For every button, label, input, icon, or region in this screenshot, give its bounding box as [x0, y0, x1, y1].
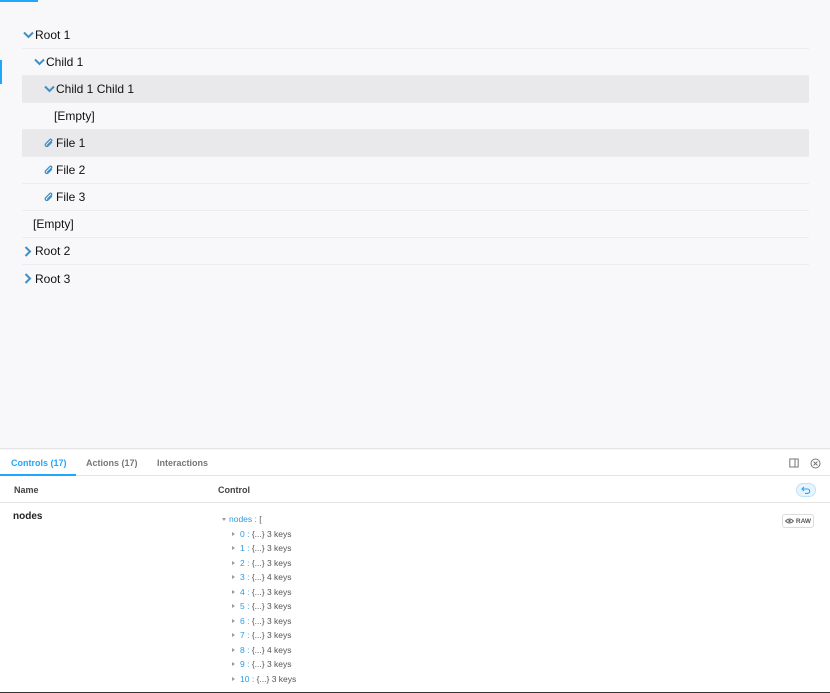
paperclip-icon: [43, 137, 55, 149]
json-item[interactable]: 7 : {...} 3 keys: [222, 628, 296, 643]
tree-node-label: Child 1 Child 1: [56, 82, 135, 96]
expand-icon[interactable]: [232, 546, 235, 551]
json-item[interactable]: 3 : {...} 4 keys: [222, 570, 296, 585]
tree-node-file-3[interactable]: File 3: [22, 184, 809, 211]
tab-actions[interactable]: Actions (17): [86, 450, 138, 476]
column-header-control: Control: [218, 485, 250, 495]
expand-icon[interactable]: [232, 575, 235, 580]
eye-icon: [784, 518, 794, 524]
json-item[interactable]: 4 : {...} 3 keys: [222, 585, 296, 600]
tree-node-label: Root 1: [35, 28, 71, 42]
expand-icon[interactable]: [232, 647, 235, 652]
left-accent-bar: [0, 60, 2, 84]
tree-node-root-1[interactable]: Root 1: [22, 22, 809, 49]
tree-node-label: File 1: [56, 136, 86, 150]
tree-node-label: File 3: [56, 190, 86, 204]
expand-icon[interactable]: [232, 531, 235, 536]
close-icon[interactable]: [809, 457, 821, 469]
json-key: nodes: [229, 514, 253, 524]
json-item[interactable]: 2 : {...} 3 keys: [222, 556, 296, 571]
expand-icon[interactable]: [232, 676, 235, 681]
json-item[interactable]: 9 : {...} 3 keys: [222, 657, 296, 672]
tree-node-label: Root 3: [35, 271, 71, 286]
tree-node-label: [Empty]: [33, 217, 74, 231]
tree-node-empty: [Empty]: [22, 103, 809, 130]
panel-orientation-icon[interactable]: [788, 457, 800, 469]
expand-icon[interactable]: [232, 589, 235, 594]
tree-node-root-2[interactable]: Root 2: [22, 238, 809, 265]
tree-node-child-1-child-1[interactable]: Child 1 Child 1: [22, 76, 809, 103]
json-item[interactable]: 8 : {...} 4 keys: [222, 643, 296, 658]
chevron-right-icon: [22, 273, 34, 285]
tree-node-label: [Empty]: [54, 109, 95, 123]
tree-node-file-1[interactable]: File 1: [22, 130, 809, 157]
json-item[interactable]: 1 : {...} 3 keys: [222, 541, 296, 556]
paperclip-icon: [43, 191, 55, 203]
story-preview: Root 1 Child 1 Child 1 Child 1 [Empty] F…: [0, 0, 830, 449]
tree-node-label: Child 1: [46, 55, 84, 69]
collapse-icon[interactable]: [222, 518, 226, 522]
json-item[interactable]: 10 : {...} 3 keys: [222, 672, 296, 687]
json-item[interactable]: 0 : {...} 3 keys: [222, 527, 296, 542]
expand-icon[interactable]: [232, 618, 235, 623]
tab-controls[interactable]: Controls (17): [0, 450, 75, 476]
chevron-down-icon: [43, 83, 55, 95]
chevron-down-icon: [33, 56, 45, 68]
raw-toggle-button[interactable]: RAW: [782, 514, 814, 528]
tree-node-root-3[interactable]: Root 3: [22, 265, 809, 292]
json-object-editor: nodes : [ 0 : {...} 3 keys 1 : {...} 3 k…: [222, 512, 296, 686]
json-open-bracket: [: [259, 514, 262, 524]
tree-node-child-1[interactable]: Child 1: [22, 49, 809, 76]
paperclip-icon: [43, 164, 55, 176]
expand-icon[interactable]: [232, 633, 235, 638]
raw-label: RAW: [795, 517, 812, 525]
tree-node-file-2[interactable]: File 2: [22, 157, 809, 184]
json-item[interactable]: 5 : {...} 3 keys: [222, 599, 296, 614]
tree-node-empty: [Empty]: [22, 211, 809, 238]
chevron-right-icon: [22, 245, 34, 257]
addons-panel: Controls (17) Actions (17) Interactions …: [0, 450, 830, 693]
tree-node-label: File 2: [56, 163, 86, 177]
tree-node-label: Root 2: [35, 244, 71, 258]
addons-tab-bar: Controls (17) Actions (17) Interactions: [0, 450, 830, 476]
chevron-down-icon: [22, 29, 34, 41]
json-item[interactable]: 6 : {...} 3 keys: [222, 614, 296, 629]
undo-icon: [801, 486, 811, 494]
expand-icon[interactable]: [232, 560, 235, 565]
controls-table-header: Name Control: [0, 477, 830, 503]
expand-icon[interactable]: [232, 662, 235, 667]
control-name-nodes: nodes: [13, 511, 43, 522]
json-root-line[interactable]: nodes : [: [222, 512, 296, 527]
expand-icon[interactable]: [232, 604, 235, 609]
tree-view: Root 1 Child 1 Child 1 Child 1 [Empty] F…: [22, 22, 809, 292]
column-header-name: Name: [14, 485, 39, 495]
reset-controls-button[interactable]: [796, 483, 816, 497]
top-accent-bar: [0, 0, 38, 2]
tab-interactions[interactable]: Interactions: [157, 450, 208, 476]
